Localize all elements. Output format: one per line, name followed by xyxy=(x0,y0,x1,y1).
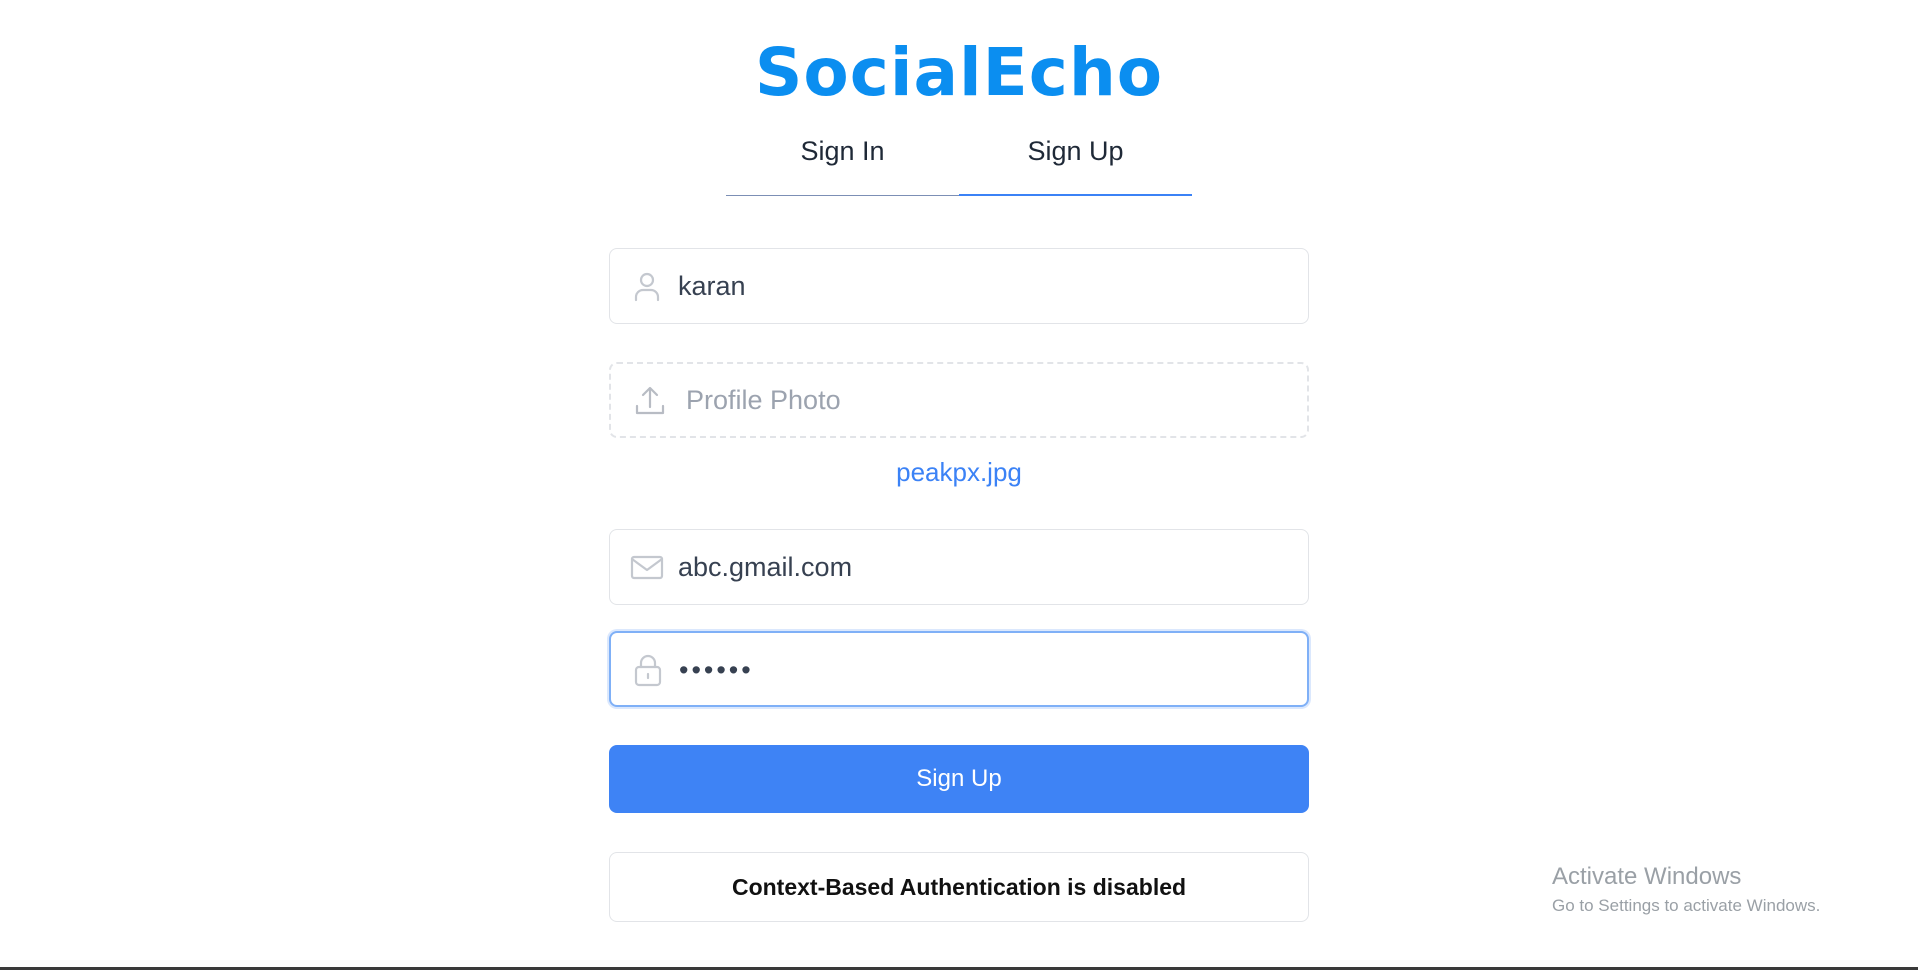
password-input[interactable] xyxy=(679,633,1279,707)
name-input[interactable] xyxy=(678,249,1278,323)
sign-up-button[interactable]: Sign Up xyxy=(609,745,1309,813)
context-auth-notice: Context-Based Authentication is disabled xyxy=(609,852,1309,922)
upload-icon xyxy=(633,384,667,418)
selected-file-name: peakpx.jpg xyxy=(896,457,1022,487)
tab-sign-in[interactable]: Sign In xyxy=(726,128,959,196)
watermark-title: Activate Windows xyxy=(1552,863,1742,890)
app-logo: SocialEcho xyxy=(754,34,1164,111)
windows-activation-watermark: Activate Windows Go to Settings to activ… xyxy=(1552,862,1820,920)
profile-photo-upload[interactable]: Profile Photo xyxy=(609,362,1309,438)
watermark-subtitle: Go to Settings to activate Windows. xyxy=(1552,896,1821,915)
email-input[interactable] xyxy=(678,530,1278,604)
lock-icon xyxy=(631,653,665,687)
profile-photo-label: Profile Photo xyxy=(686,385,841,415)
password-field[interactable] xyxy=(609,631,1309,707)
email-field[interactable] xyxy=(609,529,1309,605)
name-field[interactable] xyxy=(609,248,1309,324)
auth-tabs: Sign In Sign Up xyxy=(726,128,1192,196)
user-icon xyxy=(630,269,664,303)
mail-icon xyxy=(630,550,664,584)
tab-sign-up[interactable]: Sign Up xyxy=(959,128,1192,196)
active-tab-indicator xyxy=(959,194,1192,196)
